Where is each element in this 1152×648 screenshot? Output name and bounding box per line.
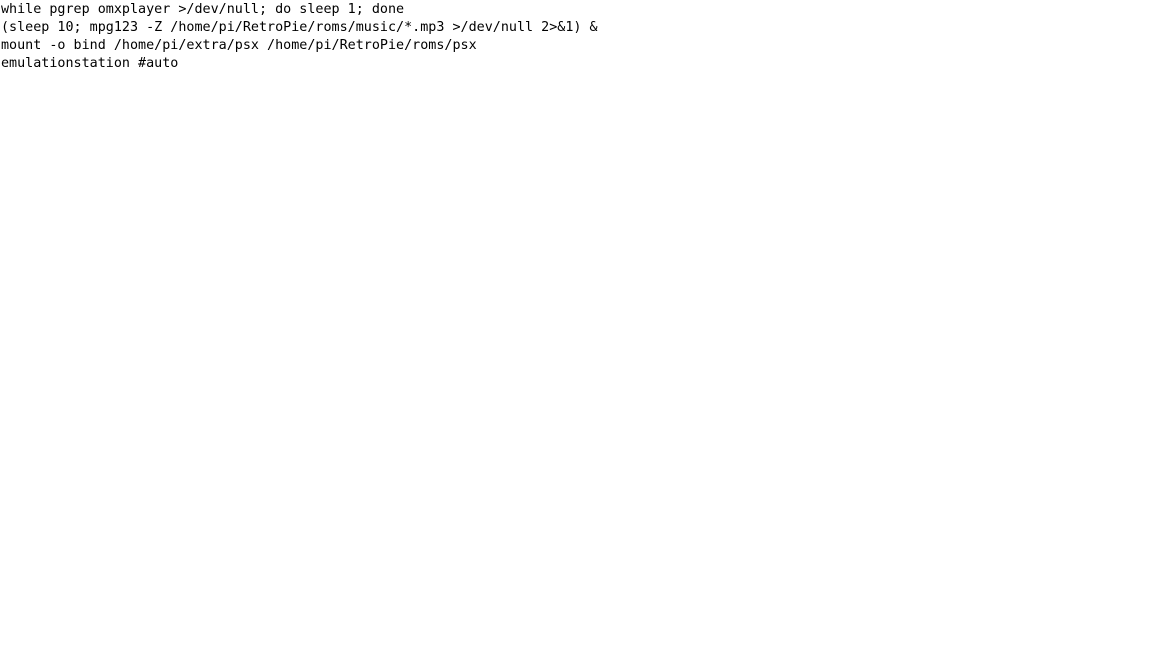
page-canvas: while pgrep omxplayer >/dev/null; do sle… — [0, 0, 1152, 648]
code-line-3: mount -o bind /home/pi/extra/psx /home/p… — [1, 38, 477, 53]
code-line-1: while pgrep omxplayer >/dev/null; do sle… — [1, 2, 405, 17]
code-line-4: emulationstation #auto — [1, 56, 179, 71]
code-line-2: (sleep 10; mpg123 -Z /home/pi/RetroPie/r… — [1, 20, 598, 35]
script-text-block[interactable]: while pgrep omxplayer >/dev/null; do sle… — [0, 0, 598, 73]
